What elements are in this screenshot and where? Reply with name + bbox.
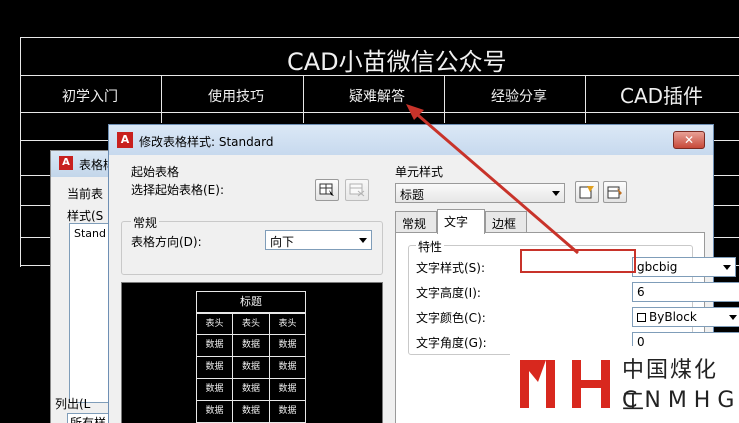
watermark-line2: CNMHG bbox=[622, 388, 739, 413]
watermark-logo-icon bbox=[520, 360, 610, 408]
watermark: 中国煤化工 CNMHG bbox=[510, 346, 739, 423]
tab-text[interactable]: 文字 bbox=[437, 209, 485, 234]
